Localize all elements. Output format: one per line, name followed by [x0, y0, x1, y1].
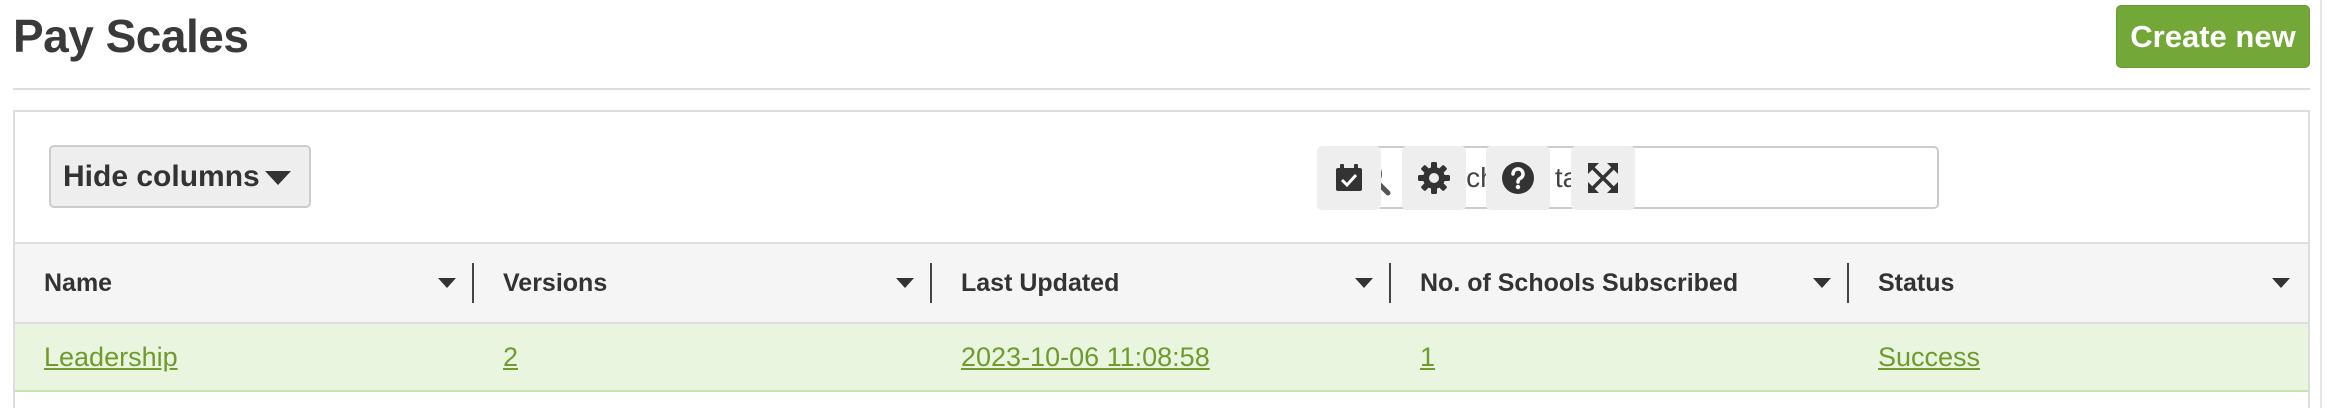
table-toolbar: Hide columns	[15, 112, 2308, 242]
cell-versions: 2	[474, 324, 932, 390]
caret-down-icon	[265, 171, 291, 185]
sort-caret-icon[interactable]	[2272, 278, 2290, 288]
hide-columns-dropdown[interactable]: Hide columns	[49, 145, 311, 208]
calendar-check-icon	[1336, 164, 1362, 191]
page-scrollbar[interactable]	[2320, 0, 2330, 408]
cell-status: Success	[1849, 324, 2308, 390]
column-header-name[interactable]: Name	[15, 244, 474, 322]
expand-icon	[1588, 163, 1618, 193]
cell-name: Leadership	[15, 324, 474, 390]
column-header-schools-subscribed[interactable]: No. of Schools Subscribed	[1391, 244, 1849, 322]
fullscreen-button[interactable]	[1571, 146, 1635, 210]
table-header: Name Versions Last Updated No. of School…	[15, 242, 2308, 324]
gear-icon	[1418, 162, 1450, 194]
column-header-status[interactable]: Status	[1849, 244, 2308, 322]
cell-schools-subscribed: 1	[1391, 324, 1849, 390]
pay-scales-page: Pay Scales Create new Hide columns Searc…	[0, 0, 2330, 408]
help-button[interactable]	[1486, 146, 1550, 210]
column-header-versions[interactable]: Versions	[474, 244, 932, 322]
hide-columns-label: Hide columns	[63, 159, 260, 193]
create-new-button[interactable]: Create new	[2116, 5, 2310, 68]
table-row[interactable]: Leadership 2 2023-10-06 11:08:58 1 Succe…	[15, 324, 2308, 392]
sort-caret-icon[interactable]	[438, 278, 456, 288]
status-link[interactable]: Success	[1849, 342, 1980, 373]
question-circle-icon	[1502, 162, 1534, 194]
versions-link[interactable]: 2	[474, 342, 518, 373]
settings-button[interactable]	[1402, 146, 1466, 210]
pay-scale-name-link[interactable]: Leadership	[15, 342, 178, 373]
column-header-last-updated[interactable]: Last Updated	[932, 244, 1391, 322]
sort-caret-icon[interactable]	[1355, 278, 1373, 288]
search-input[interactable]	[1407, 161, 1907, 194]
sort-caret-icon[interactable]	[896, 278, 914, 288]
last-updated-link[interactable]: 2023-10-06 11:08:58	[932, 342, 1210, 373]
schools-subscribed-link[interactable]: 1	[1391, 342, 1435, 373]
table-panel: Hide columns Search this table Name Vers…	[13, 110, 2310, 408]
page-title: Pay Scales	[13, 10, 249, 62]
cell-last-updated: 2023-10-06 11:08:58	[932, 324, 1391, 390]
select-rows-button[interactable]	[1317, 146, 1381, 210]
header-divider	[13, 88, 2310, 90]
sort-caret-icon[interactable]	[1813, 278, 1831, 288]
